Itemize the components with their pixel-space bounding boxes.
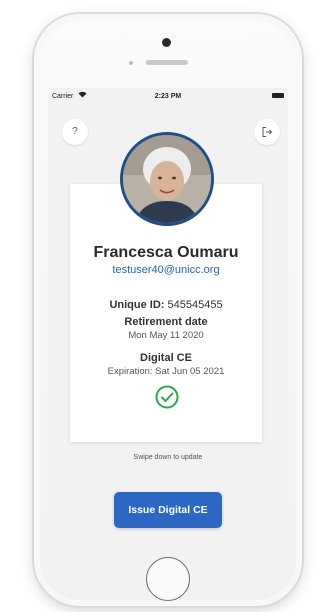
user-name: Francesca Oumaru xyxy=(93,244,239,261)
check-circle-icon xyxy=(155,385,179,409)
help-button[interactable]: ? xyxy=(62,119,88,145)
front-camera xyxy=(162,38,171,47)
digital-ce-label: Digital CE xyxy=(140,352,192,364)
earpiece-speaker xyxy=(146,60,188,65)
status-time: 2:23 PM xyxy=(154,93,182,100)
unique-id-label: Unique ID: xyxy=(109,299,165,311)
retirement-date-label: Retirement date xyxy=(124,316,208,328)
proximity-sensor xyxy=(129,61,133,65)
status-bar: Carrier 2:23 PM xyxy=(48,88,288,106)
profile-photo xyxy=(120,132,214,226)
unique-id-value: 545545455 xyxy=(167,299,223,311)
battery-icon xyxy=(272,93,284,98)
unique-id: Unique ID: 545545455 xyxy=(70,299,262,311)
issue-digital-ce-button[interactable]: Issue Digital CE xyxy=(114,492,222,528)
home-button[interactable] xyxy=(146,557,190,601)
app-screen: Carrier 2:23 PM ? Francesca Oumaru testu… xyxy=(48,88,288,550)
retirement-date-value: Mon May 11 2020 xyxy=(128,330,204,341)
logout-button[interactable] xyxy=(254,119,280,145)
user-email[interactable]: testuser40@unicc.org xyxy=(70,264,262,276)
swipe-hint: Swipe down to update xyxy=(133,454,203,461)
logout-icon xyxy=(262,127,273,137)
phone-frame: Carrier 2:23 PM ? Francesca Oumaru testu… xyxy=(34,14,302,606)
digital-ce-expiration: Expiration: Sat Jun 05 2021 xyxy=(107,366,225,377)
